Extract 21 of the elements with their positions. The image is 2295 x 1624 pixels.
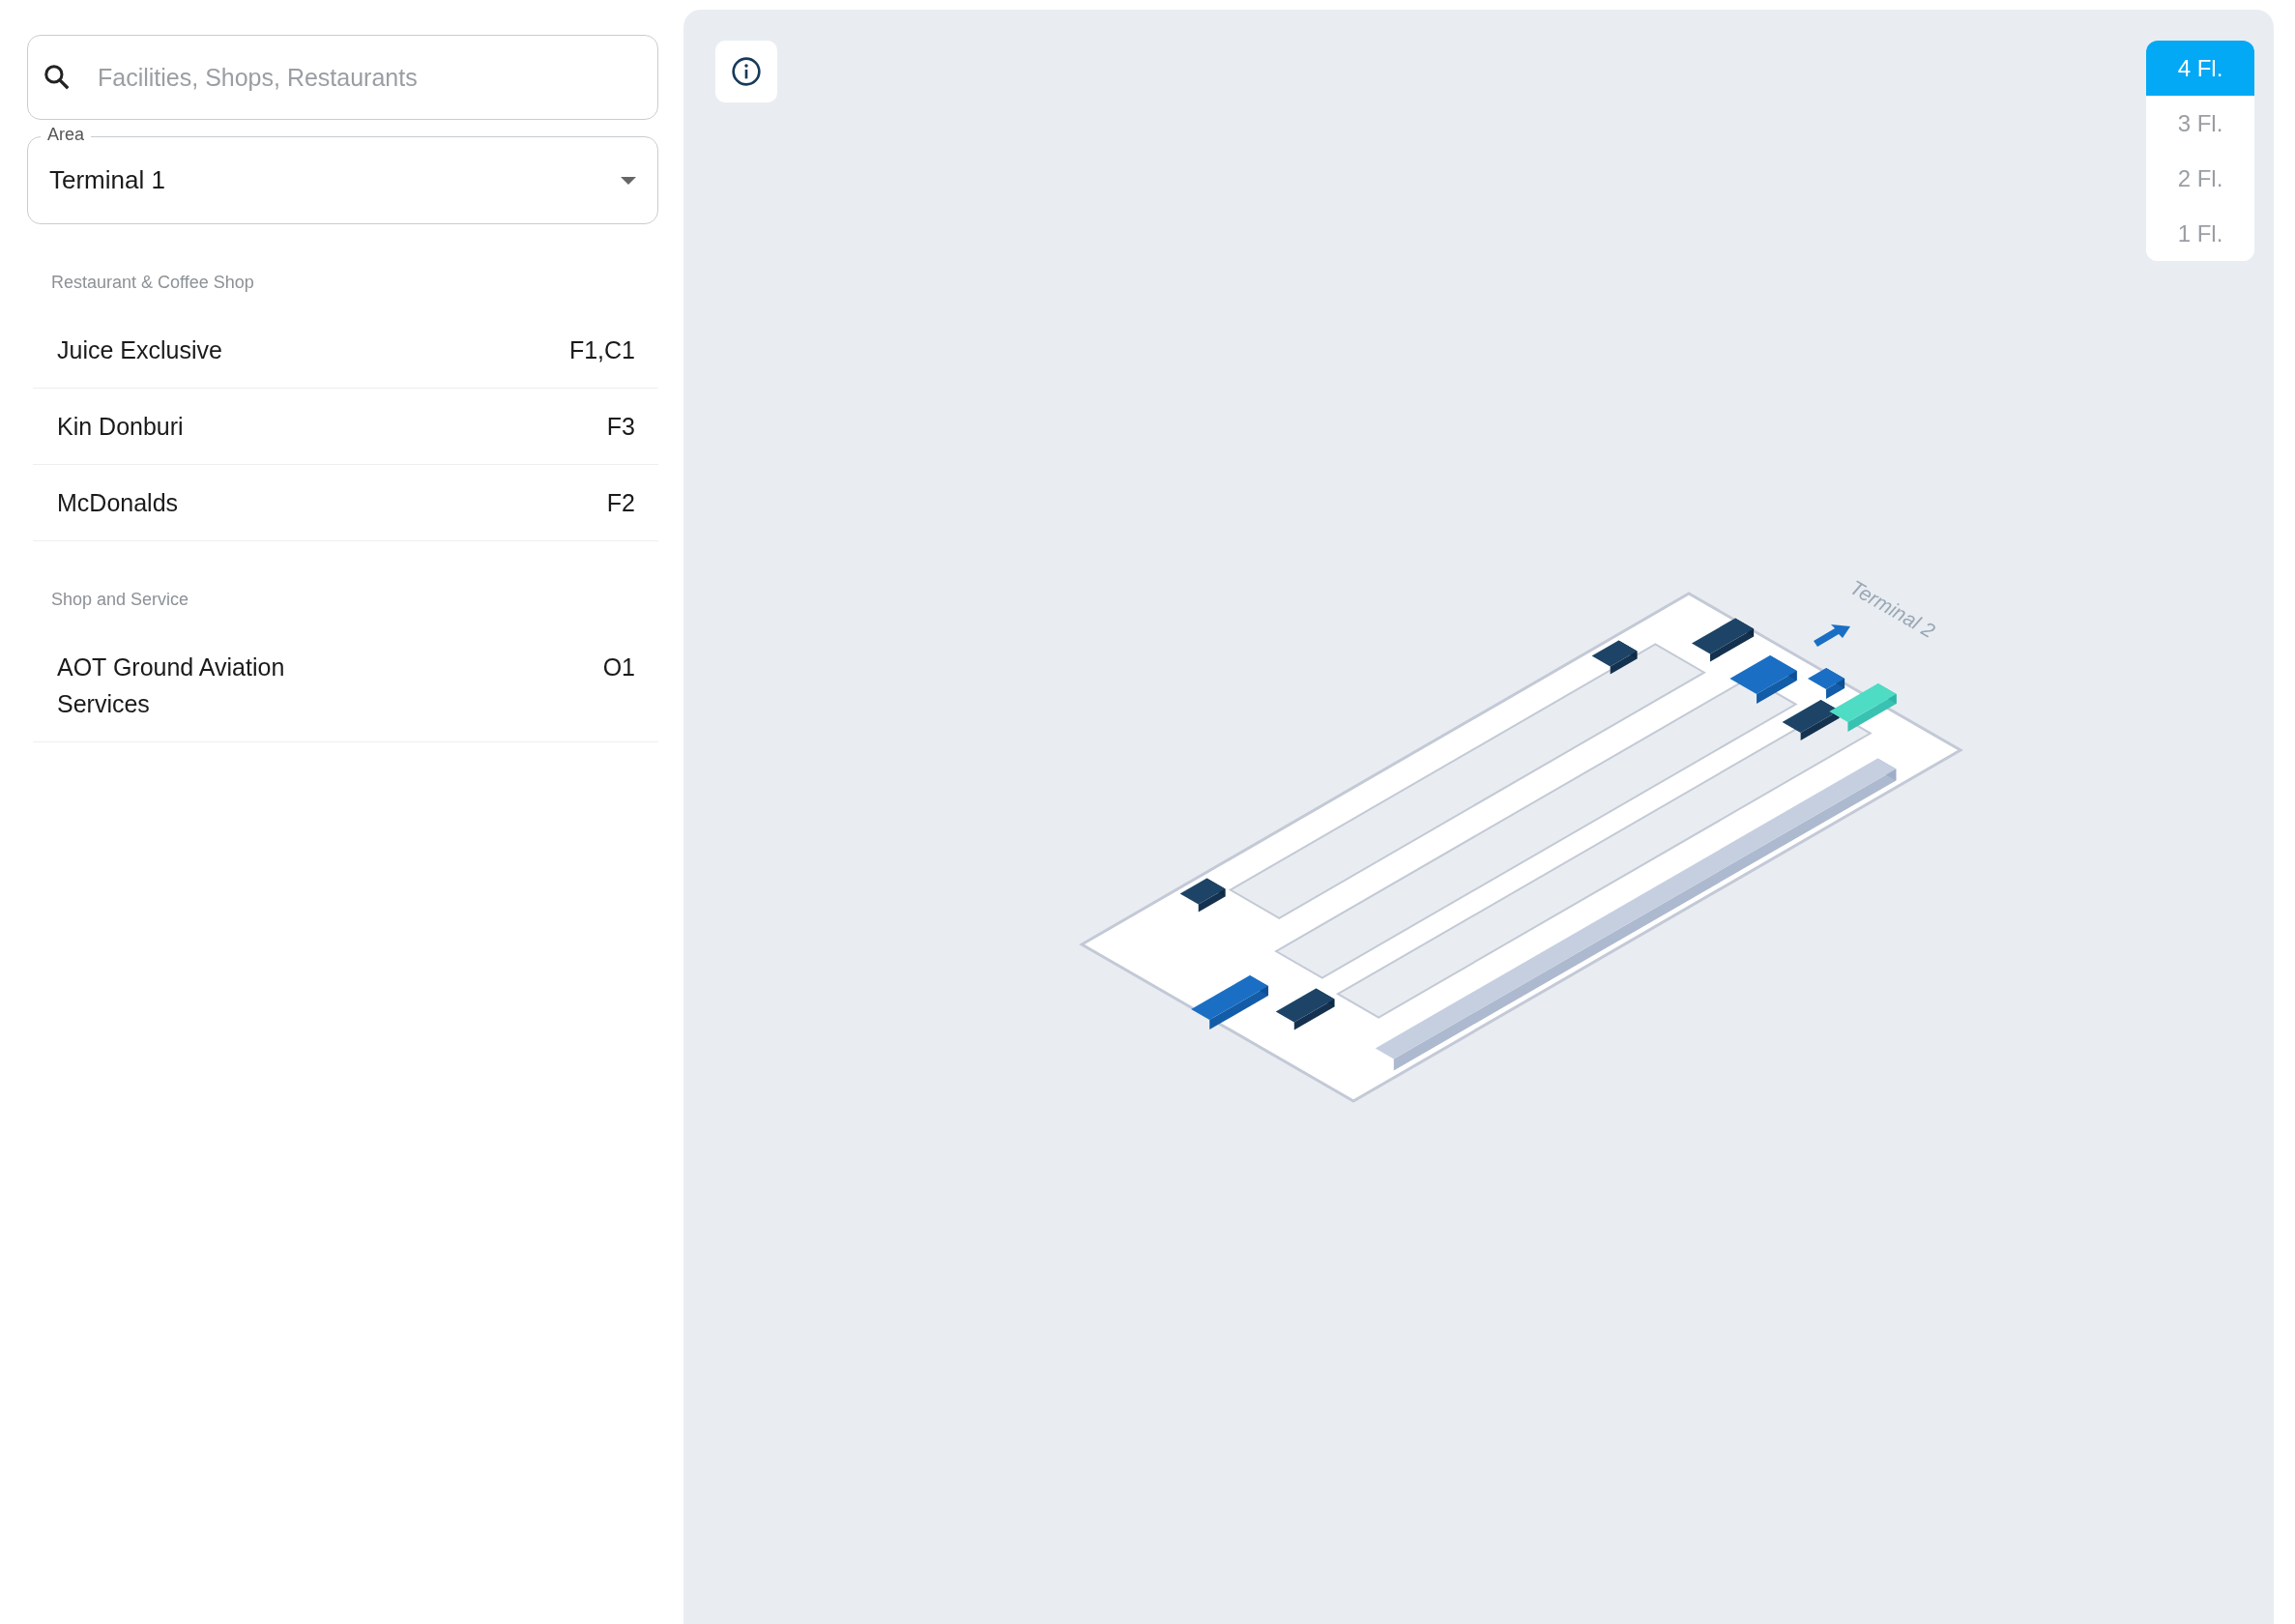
place-location: F2 [606, 488, 635, 518]
list-item[interactable]: Juice Exclusive F1,C1 [33, 312, 658, 389]
search-icon [43, 63, 72, 92]
info-icon [731, 56, 762, 87]
search-field[interactable]: Facilities, Shops, Restaurants [27, 35, 658, 120]
place-name: McDonalds [57, 488, 179, 518]
caret-icon [621, 176, 636, 185]
place-name: Kin Donburi [57, 412, 184, 442]
section-heading: Shop and Service [50, 590, 190, 610]
area-value: Terminal 1 [49, 165, 165, 195]
arrow-icon [1814, 624, 1850, 647]
list-item[interactable]: Kin Donburi F3 [33, 389, 658, 465]
list-item[interactable]: AOT Ground Aviation Services O1 [33, 629, 658, 742]
place-name: AOT Ground Aviation Services [57, 652, 286, 719]
place-name: Juice Exclusive [57, 335, 222, 365]
info-button[interactable] [715, 41, 777, 102]
section-heading: Restaurant & Coffee Shop [50, 273, 255, 293]
place-location: F3 [606, 412, 635, 442]
place-location: F1,C1 [568, 335, 635, 365]
list-item[interactable]: McDonalds F2 [33, 465, 658, 541]
place-location: O1 [602, 652, 635, 682]
